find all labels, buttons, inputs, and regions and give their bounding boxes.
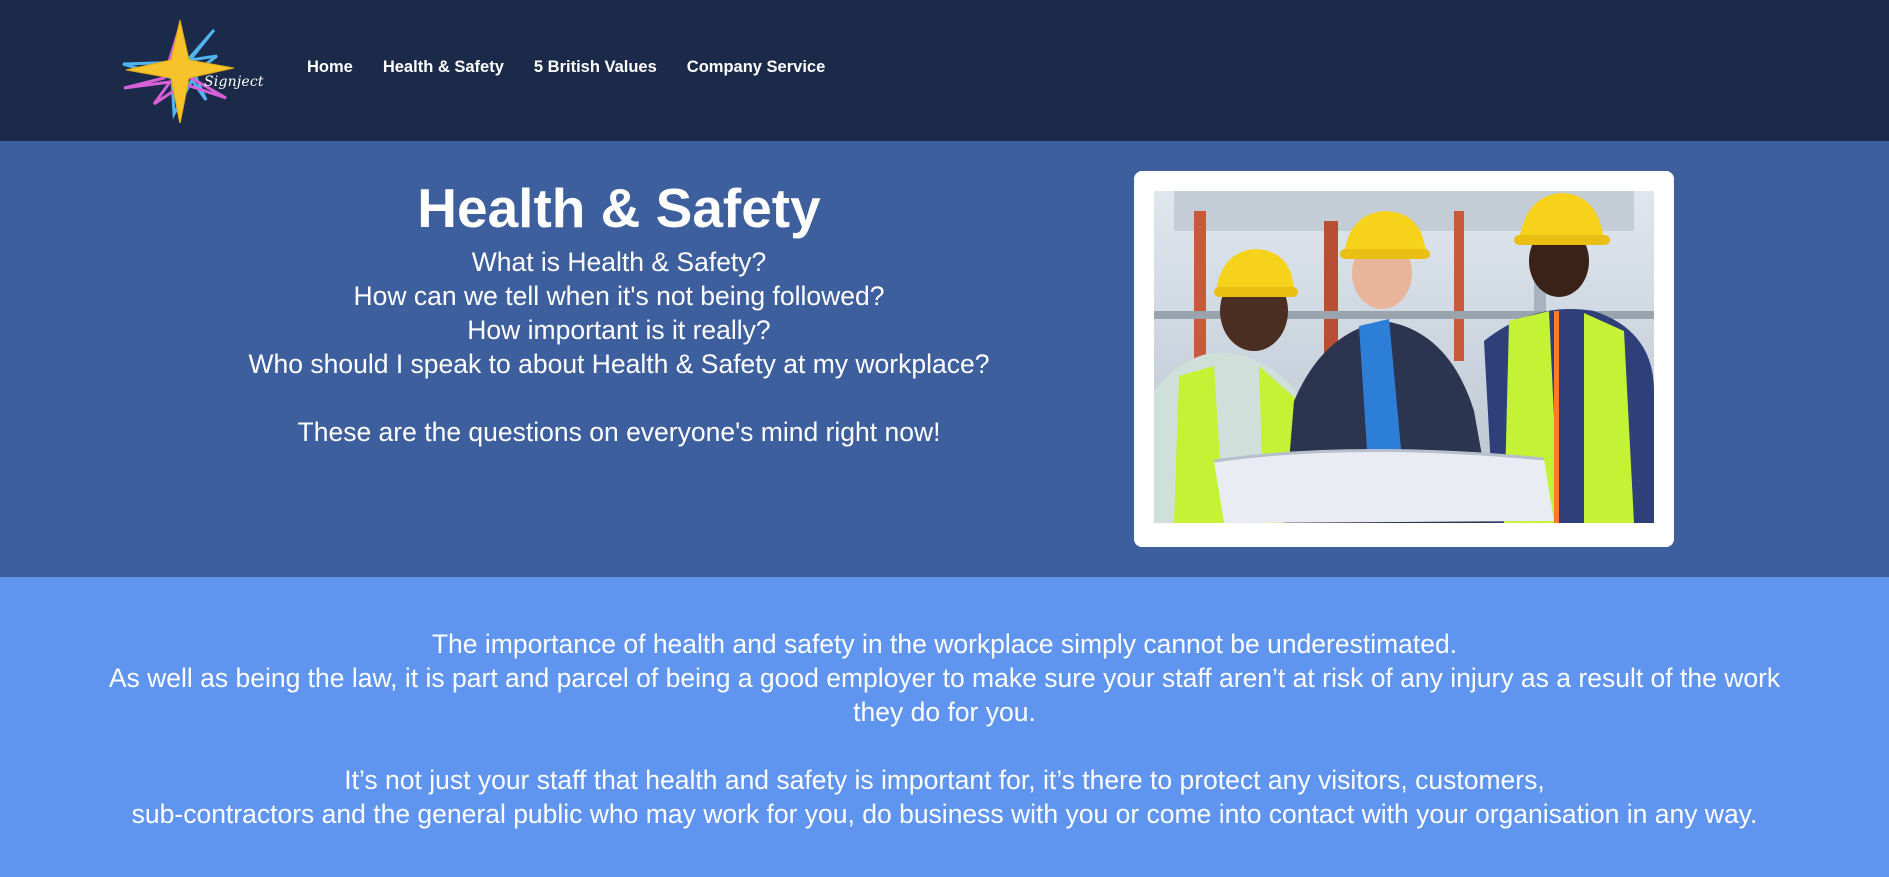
hero-section: Health & Safety What is Health & Safety?… bbox=[0, 141, 1889, 577]
logo-wordmark: Signject bbox=[204, 74, 264, 90]
nav-item-health-safety[interactable]: Health & Safety bbox=[383, 58, 504, 77]
hero-question: How important is it really? bbox=[467, 315, 771, 345]
nav-item-british-values[interactable]: 5 British Values bbox=[534, 58, 657, 77]
hero-question: Who should I speak to about Health & Saf… bbox=[248, 349, 990, 379]
main-nav: Home Health & Safety 5 British Values Co… bbox=[307, 58, 855, 77]
signject-logo[interactable]: Signject bbox=[122, 18, 267, 123]
nav-item-company-service[interactable]: Company Service bbox=[687, 58, 825, 77]
hero-question: What is Health & Safety? bbox=[471, 247, 767, 277]
hero-tagline: These are the questions on everyone's mi… bbox=[297, 417, 941, 447]
page-title: Health & Safety bbox=[417, 177, 821, 239]
info-text: The importance of health and safety in t… bbox=[40, 627, 1849, 831]
info-paragraph-line: they do for you. bbox=[853, 697, 1036, 727]
star-logo-icon bbox=[122, 19, 235, 123]
info-paragraph-line: sub-contractors and the general public w… bbox=[131, 799, 1758, 829]
site-header: Signject Home Health & Safety 5 British … bbox=[0, 0, 1889, 141]
hero-image bbox=[1154, 191, 1654, 523]
info-paragraph-line: As well as being the law, it is part and… bbox=[108, 663, 1781, 693]
nav-item-home[interactable]: Home bbox=[307, 58, 353, 77]
info-paragraph-line: The importance of health and safety in t… bbox=[431, 629, 1458, 659]
hero-image-frame bbox=[1134, 171, 1674, 547]
info-section: The importance of health and safety in t… bbox=[0, 577, 1889, 877]
info-paragraph-line: It’s not just your staff that health and… bbox=[344, 765, 1545, 795]
workers-photo-illustration bbox=[1154, 191, 1654, 523]
hero-question: How can we tell when it's not being foll… bbox=[353, 281, 885, 311]
hero-text: Health & Safety What is Health & Safety?… bbox=[160, 175, 1078, 449]
